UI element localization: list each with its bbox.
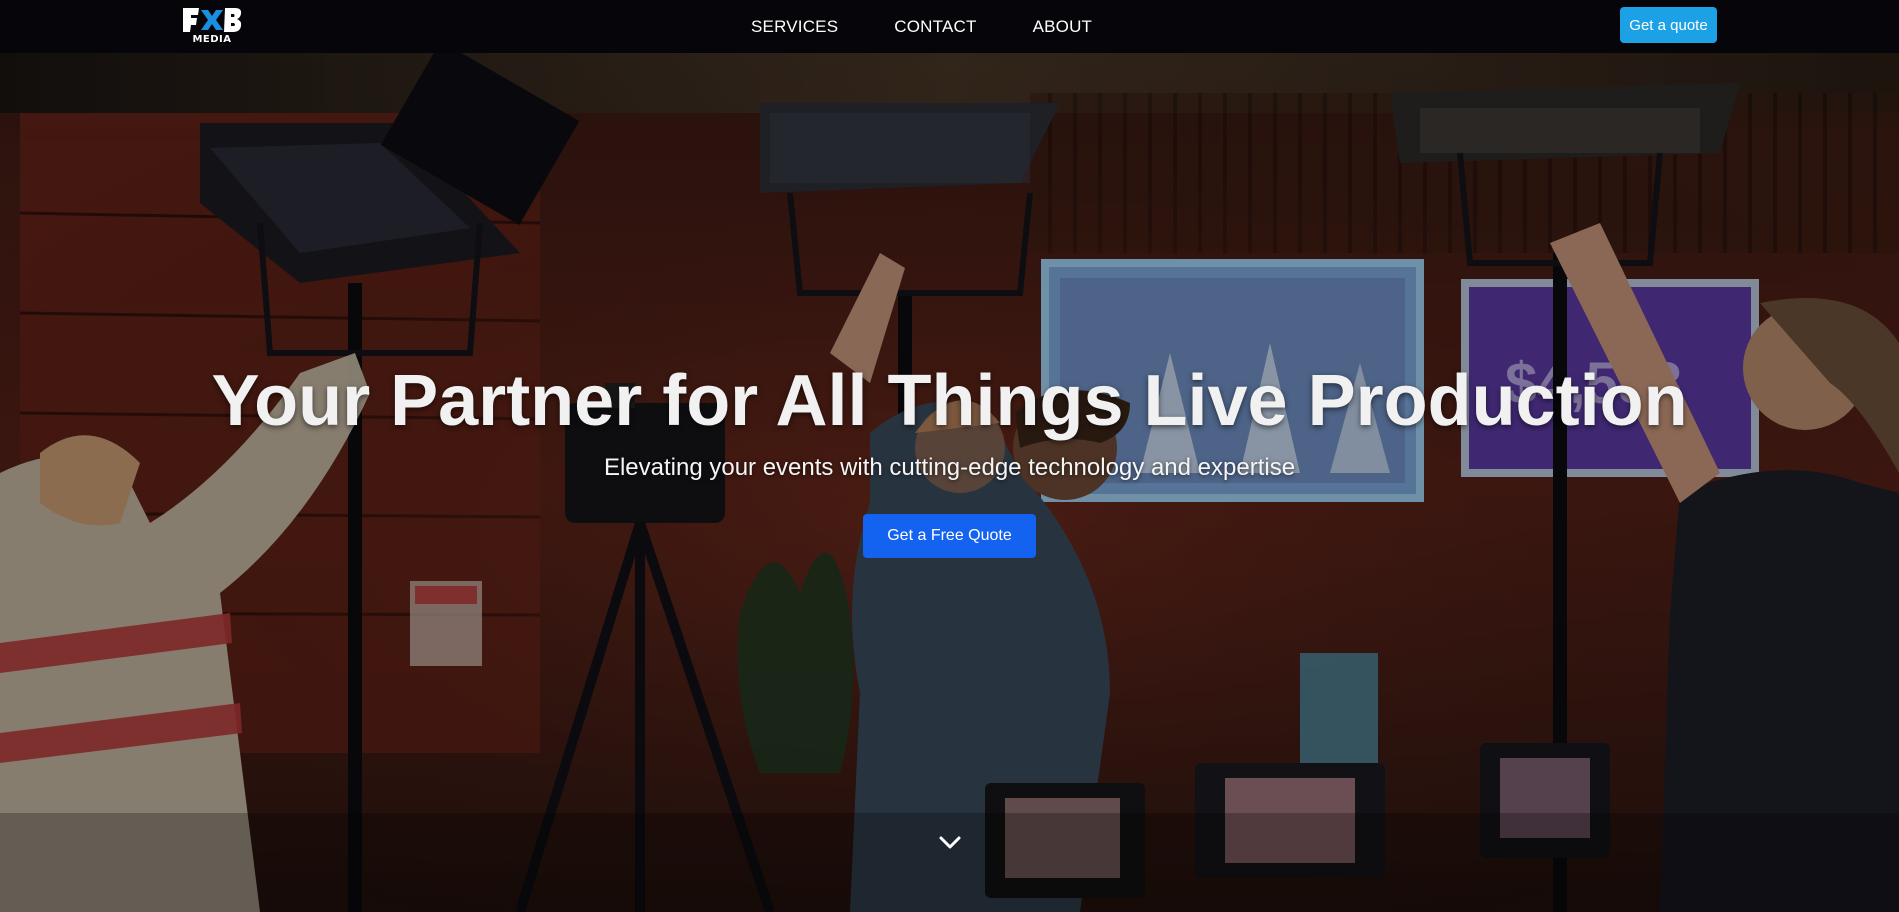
get-a-quote-button[interactable]: Get a quote [1620,7,1717,43]
logo-subtext: MEDIA [192,34,232,45]
nav-contact-link[interactable]: CONTACT [894,17,976,37]
chevron-down-icon[interactable] [937,834,963,852]
hero-title: Your Partner for All Things Live Product… [211,361,1688,441]
hero-subtitle: Elevating your events with cutting-edge … [603,454,1296,481]
fxb-media-logo[interactable]: MEDIA [181,4,243,48]
top-navbar: MEDIA SERVICES CONTACT ABOUT Get a quote [0,0,1899,53]
nav-services-link[interactable]: SERVICES [751,17,838,37]
get-free-quote-button[interactable]: Get a Free Quote [863,514,1036,558]
logo-mark-icon [183,8,242,32]
main-nav: SERVICES CONTACT ABOUT [751,0,1092,53]
nav-about-link[interactable]: ABOUT [1033,17,1093,37]
page: $4,583 Your Partner for All Things Live … [0,0,1899,912]
